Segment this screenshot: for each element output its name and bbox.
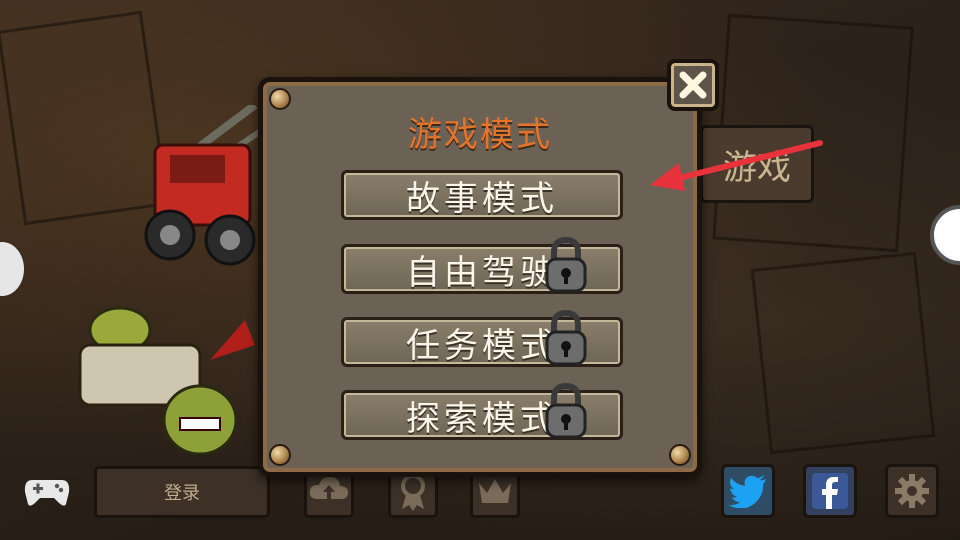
mode-label: 自由驾驶 xyxy=(406,252,558,293)
login-button[interactable]: 登录 xyxy=(94,466,270,518)
game-mode-dialog: 游戏模式 故事模式 自由驾驶 任务模式 探索模式 xyxy=(258,77,702,477)
truck-illustration xyxy=(144,105,265,266)
dialog-title: 游戏模式 xyxy=(408,115,552,155)
facebook-button[interactable] xyxy=(803,464,857,518)
gamepad-icon[interactable] xyxy=(24,474,70,508)
rivet-decoration xyxy=(669,444,691,466)
lock-icon xyxy=(545,383,587,439)
lock-icon xyxy=(545,310,587,366)
background-ruin xyxy=(750,251,936,455)
close-icon xyxy=(679,71,707,99)
facebook-icon xyxy=(812,473,848,509)
free-drive-button[interactable]: 自由驾驶 xyxy=(341,237,623,294)
rivet-decoration xyxy=(269,444,291,466)
twitter-button[interactable] xyxy=(721,464,775,518)
lock-icon xyxy=(545,237,587,293)
pointer-arrow xyxy=(650,140,823,191)
settings-button[interactable] xyxy=(885,464,939,518)
close-button[interactable] xyxy=(667,59,719,111)
mission-mode-button[interactable]: 任务模式 xyxy=(341,310,623,367)
story-mode-button[interactable]: 故事模式 xyxy=(341,170,623,220)
mode-label: 任务模式 xyxy=(406,325,558,366)
gear-icon xyxy=(895,474,929,508)
mode-label: 故事模式 xyxy=(406,178,558,219)
explore-mode-button[interactable]: 探索模式 xyxy=(341,383,623,440)
twitter-icon xyxy=(728,475,766,508)
zombie-illustration xyxy=(78,306,255,456)
mode-label: 探索模式 xyxy=(406,398,558,439)
